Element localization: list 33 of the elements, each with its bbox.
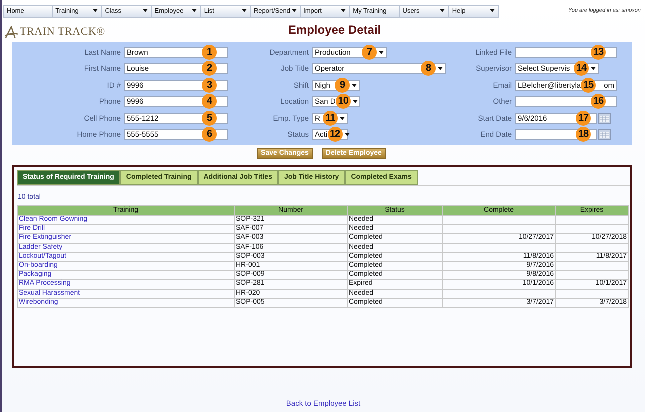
callout-badge: 1	[202, 44, 217, 60]
caret-icon	[438, 67, 443, 70]
callout-badge: 8	[421, 61, 436, 76]
callout-badge: 10	[336, 94, 351, 110]
callout-badge: 2	[202, 61, 217, 76]
callout-badge: 5	[202, 110, 217, 126]
caret-icon	[352, 100, 358, 104]
callout-badge: 17	[576, 110, 591, 126]
caret-icon	[340, 116, 345, 120]
caret-icon	[344, 133, 350, 136]
callout-badge: 9	[335, 78, 350, 93]
callout-badge: 16	[591, 94, 606, 110]
callout-badge: 3	[202, 78, 217, 93]
caret-icon	[379, 50, 384, 54]
logo-text: TRAIN TRACK®	[20, 26, 106, 38]
callout-badge: 7	[362, 44, 377, 60]
page-title: Employee Detail	[288, 23, 382, 37]
callout-badge: 6	[202, 127, 217, 142]
calendar-icon[interactable]	[598, 112, 611, 124]
caret-icon	[591, 67, 596, 70]
callout-badge: 12	[328, 127, 343, 142]
callout-badge: 14	[574, 61, 589, 76]
logo-icon	[5, 26, 18, 38]
date-field[interactable]: 18	[515, 129, 597, 140]
input-field[interactable]: 13	[515, 46, 617, 58]
callout-badge: 4	[202, 94, 217, 110]
input-field[interactable]: 16	[515, 96, 617, 108]
callout-badge: 11	[323, 110, 338, 126]
caret-icon	[352, 84, 357, 87]
callout-badge: 15	[581, 78, 596, 93]
callout-badge: 13	[591, 44, 606, 60]
callout-badge: 18	[576, 127, 591, 142]
calendar-icon[interactable]	[598, 129, 611, 140]
